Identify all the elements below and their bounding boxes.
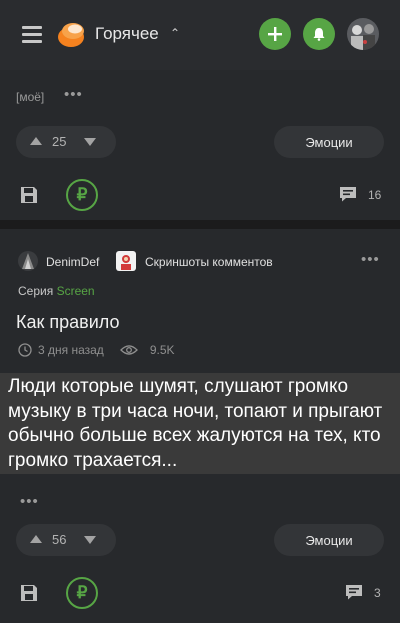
comment-icon[interactable]	[339, 186, 357, 202]
chevron-up-icon[interactable]: ⌃	[170, 26, 180, 40]
ruble-icon: ₽	[76, 583, 88, 602]
downvote-icon[interactable]	[84, 536, 96, 544]
add-post-button[interactable]	[259, 18, 291, 50]
community-avatar[interactable]	[116, 251, 136, 271]
comment-icon[interactable]	[345, 584, 363, 600]
top-bar: Горячее ⌃	[0, 0, 400, 70]
notifications-button[interactable]	[303, 18, 335, 50]
downvote-icon[interactable]	[84, 138, 96, 146]
series-label: Серия	[18, 284, 54, 298]
post-time: 3 дня назад	[38, 343, 104, 357]
series-line: Серия Screen	[18, 284, 95, 298]
donate-button[interactable]: ₽	[66, 179, 98, 211]
upvote-icon[interactable]	[30, 137, 42, 145]
views-count: 9.5K	[149, 343, 175, 357]
comments-count[interactable]: 3	[374, 586, 381, 600]
author-name[interactable]: DenimDef	[46, 255, 99, 269]
more-options-icon[interactable]: •••	[361, 251, 380, 268]
ruble-icon: ₽	[76, 185, 88, 204]
feed-selector[interactable]: Горячее	[95, 24, 159, 44]
upvote-icon[interactable]	[30, 535, 42, 543]
vote-widget: 25	[16, 126, 116, 158]
more-tags-icon[interactable]: •••	[64, 86, 83, 103]
more-tags-icon[interactable]: •••	[20, 493, 39, 510]
emotions-button[interactable]: Эмоции	[274, 126, 384, 158]
vote-widget: 56	[16, 524, 116, 556]
post-image[interactable]: Люди которые шумят, слушают громко музык…	[0, 373, 400, 474]
rating-count: 25	[52, 134, 67, 149]
post-card: DenimDef Скриншоты комментов ••• Серия S…	[0, 229, 400, 623]
post-title[interactable]: Как правило	[16, 312, 119, 333]
post-meta: 3 дня назад 9.5K	[18, 343, 175, 357]
eye-icon	[119, 345, 138, 355]
series-link[interactable]: Screen	[57, 284, 95, 298]
post-card: [моё] ••• 25 Эмоции ₽ 16	[0, 70, 400, 220]
post-tag[interactable]: [моё]	[16, 90, 44, 104]
avatar[interactable]	[347, 18, 379, 50]
menu-icon[interactable]	[22, 26, 42, 43]
save-icon[interactable]	[20, 186, 38, 204]
comments-count[interactable]: 16	[368, 188, 381, 202]
emotions-button[interactable]: Эмоции	[274, 524, 384, 556]
community-name[interactable]: Скриншоты комментов	[145, 255, 273, 269]
donate-button[interactable]: ₽	[66, 577, 98, 609]
bell-icon	[313, 28, 325, 41]
rating-count: 56	[52, 532, 67, 547]
clock-icon	[18, 343, 32, 357]
author-avatar[interactable]	[18, 251, 38, 271]
save-icon[interactable]	[20, 584, 38, 602]
image-text: Люди которые шумят, слушают громко музык…	[8, 376, 383, 471]
plus-icon	[268, 27, 282, 41]
pikabu-logo-icon[interactable]	[56, 20, 86, 48]
